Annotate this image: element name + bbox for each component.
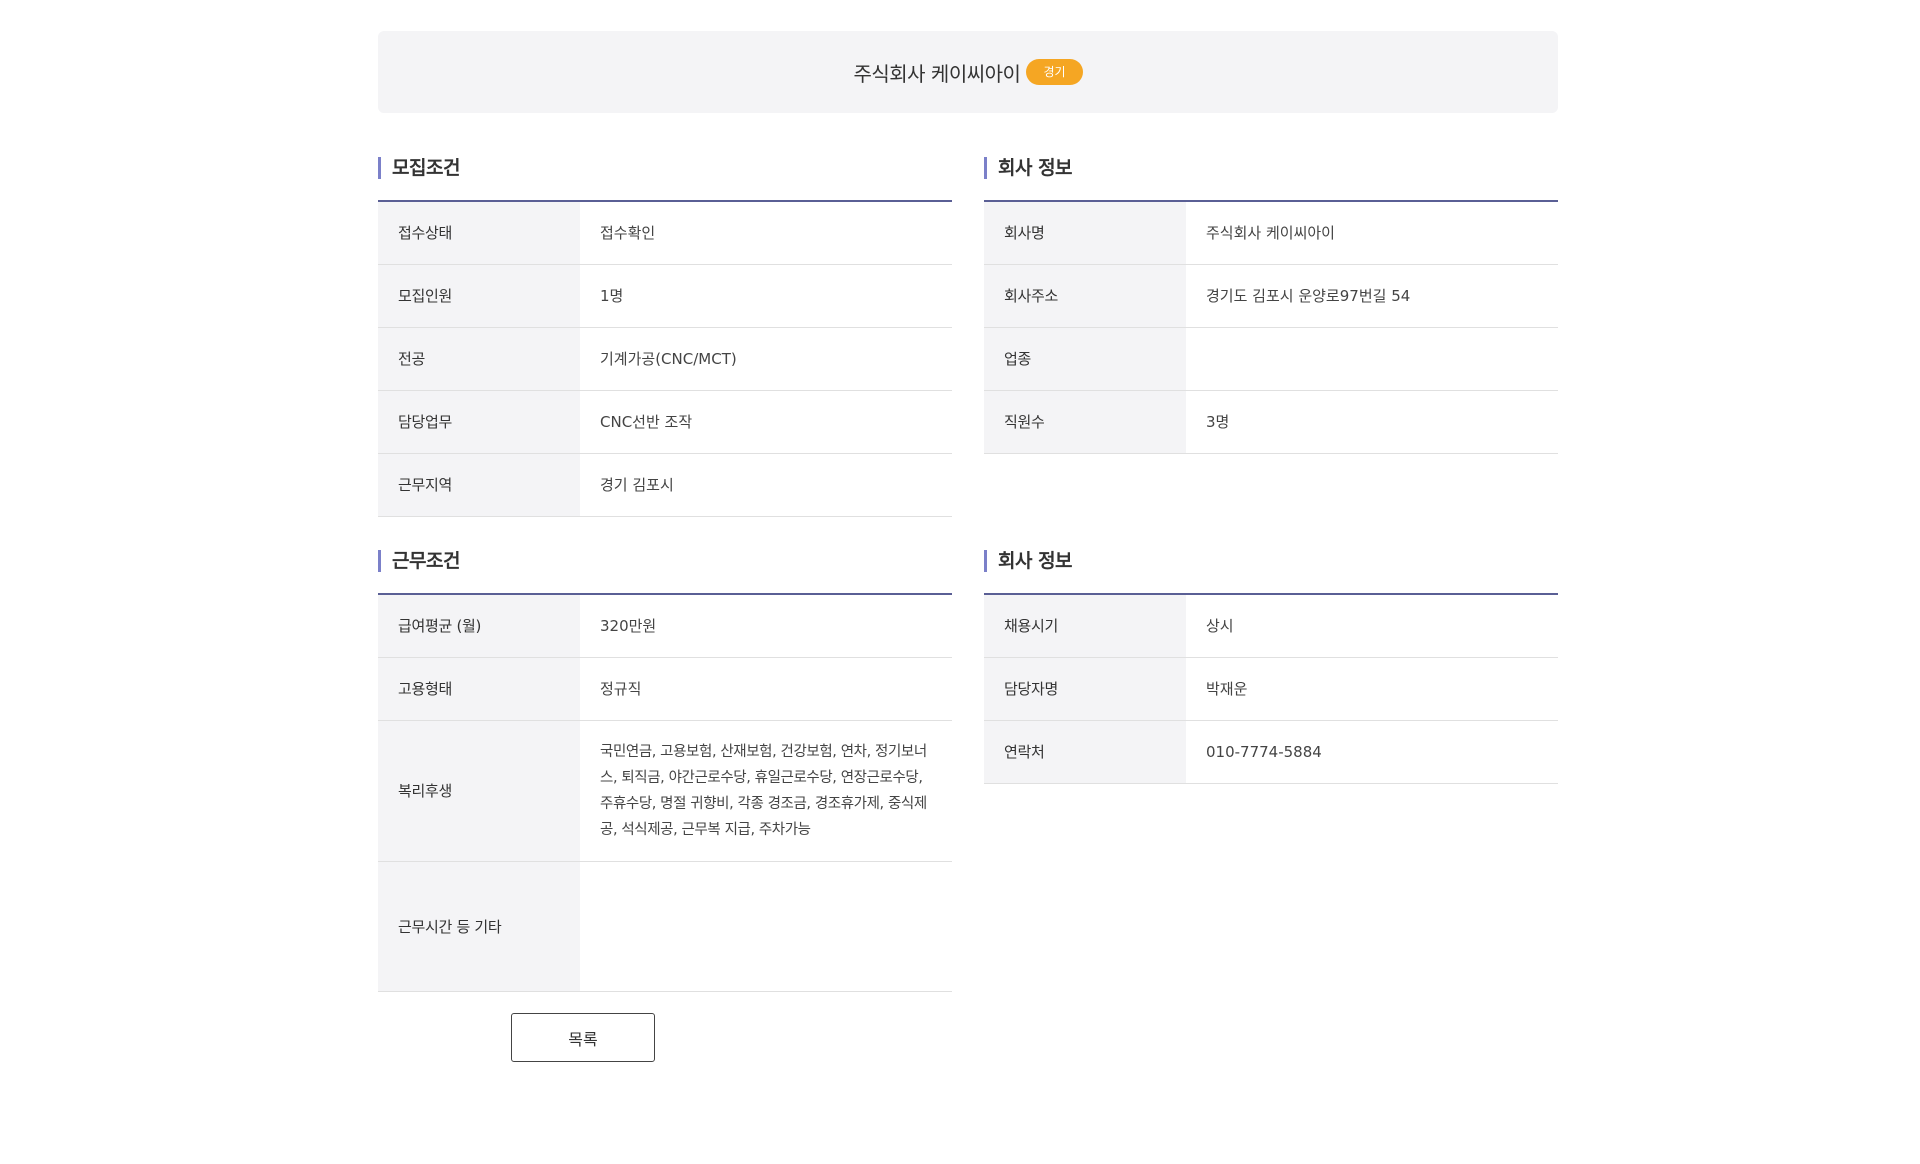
row-value: 경기 김포시 <box>580 453 952 517</box>
row-label: 연락처 <box>984 720 1186 784</box>
row-label: 전공 <box>378 327 580 391</box>
row-label: 복리후생 <box>378 720 580 862</box>
row-label: 근무시간 등 기타 <box>378 861 580 992</box>
row-label: 급여평균 (월) <box>378 594 580 658</box>
row-label: 담당자명 <box>984 657 1186 721</box>
company-name: 주식회사 케이씨아이 <box>853 61 1021 86</box>
recruit-section: 모집조건 접수상태 접수확인 모집인원 1명 전공 기계가공(CNC/MCT) 담당업… <box>378 157 952 517</box>
row-label: 회사명 <box>984 201 1186 265</box>
table-row: 복리후생 국민연금, 고용보험, 산재보험, 건강보험, 연차, 정기보너스, 퇴… <box>378 720 952 862</box>
table-row: 업종 <box>984 327 1558 391</box>
table-row: 직원수 3명 <box>984 390 1558 454</box>
row-label: 모집인원 <box>378 264 580 328</box>
table-row: 전공 기계가공(CNC/MCT) <box>378 327 952 391</box>
row-value: 국민연금, 고용보험, 산재보험, 건강보험, 연차, 정기보너스, 퇴직금, … <box>580 720 952 862</box>
section-title: 근무조건 <box>378 550 952 572</box>
company-table: 회사명 주식회사 케이씨아이 회사주소 경기도 김포시 운양로97번길 54 업종 … <box>984 200 1558 454</box>
table-row: 회사명 주식회사 케이씨아이 <box>984 201 1558 265</box>
work-table: 급여평균 (월) 320만원 고용형태 정규직 복리후생 국민연금, 고용보험, 산재… <box>378 593 952 992</box>
row-label: 접수상태 <box>378 201 580 265</box>
table-row: 급여평균 (월) 320만원 <box>378 594 952 658</box>
row-value: 320만원 <box>580 594 952 658</box>
job-detail: 주식회사 케이씨아이 경기 모집조건 접수상태 접수확인 모집인원 1명 전공 기계가… <box>378 31 1558 992</box>
table-row: 담당업무 CNC선반 조작 <box>378 390 952 454</box>
row-value: 상시 <box>1186 594 1558 658</box>
table-row: 고용형태 정규직 <box>378 657 952 721</box>
table-row: 회사주소 경기도 김포시 운양로97번길 54 <box>984 264 1558 328</box>
row-label: 채용시기 <box>984 594 1186 658</box>
row-value: 경기도 김포시 운양로97번길 54 <box>1186 264 1558 328</box>
section-title: 모집조건 <box>378 157 952 179</box>
row-value: 기계가공(CNC/MCT) <box>580 327 952 391</box>
row-label: 담당업무 <box>378 390 580 454</box>
row-value: 1명 <box>580 264 952 328</box>
section-title: 회사 정보 <box>984 157 1558 179</box>
row-value: CNC선반 조작 <box>580 390 952 454</box>
row-label: 직원수 <box>984 390 1186 454</box>
table-row: 채용시기 상시 <box>984 594 1558 658</box>
row-label: 고용형태 <box>378 657 580 721</box>
row-value: 010-7774-5884 <box>1186 720 1558 784</box>
table-row: 모집인원 1명 <box>378 264 952 328</box>
table-row: 연락처 010-7774-5884 <box>984 720 1558 784</box>
recruit-table: 접수상태 접수확인 모집인원 1명 전공 기계가공(CNC/MCT) 담당업무 CNC선… <box>378 200 952 517</box>
row-value: 주식회사 케이씨아이 <box>1186 201 1558 265</box>
table-row: 근무지역 경기 김포시 <box>378 453 952 517</box>
row-value <box>1186 327 1558 391</box>
contact-section: 회사 정보 채용시기 상시 담당자명 박재운 연락처 010-7774-5884 <box>984 550 1558 784</box>
row-value: 접수확인 <box>580 201 952 265</box>
work-section: 근무조건 급여평균 (월) 320만원 고용형태 정규직 복리후생 국민연금, 고용보… <box>378 550 952 992</box>
list-button[interactable]: 목록 <box>511 1013 655 1062</box>
section-title: 회사 정보 <box>984 550 1558 572</box>
row-value: 정규직 <box>580 657 952 721</box>
table-row: 근무시간 등 기타 <box>378 861 952 992</box>
table-row: 담당자명 박재운 <box>984 657 1558 721</box>
company-header: 주식회사 케이씨아이 경기 <box>378 31 1558 113</box>
row-label: 업종 <box>984 327 1186 391</box>
row-label: 회사주소 <box>984 264 1186 328</box>
row-value <box>580 861 952 992</box>
region-badge: 경기 <box>1026 59 1083 85</box>
row-label: 근무지역 <box>378 453 580 517</box>
row-value: 박재운 <box>1186 657 1558 721</box>
row-value: 3명 <box>1186 390 1558 454</box>
company-section: 회사 정보 회사명 주식회사 케이씨아이 회사주소 경기도 김포시 운양로97번길 … <box>984 157 1558 454</box>
contact-table: 채용시기 상시 담당자명 박재운 연락처 010-7774-5884 <box>984 593 1558 784</box>
table-row: 접수상태 접수확인 <box>378 201 952 265</box>
